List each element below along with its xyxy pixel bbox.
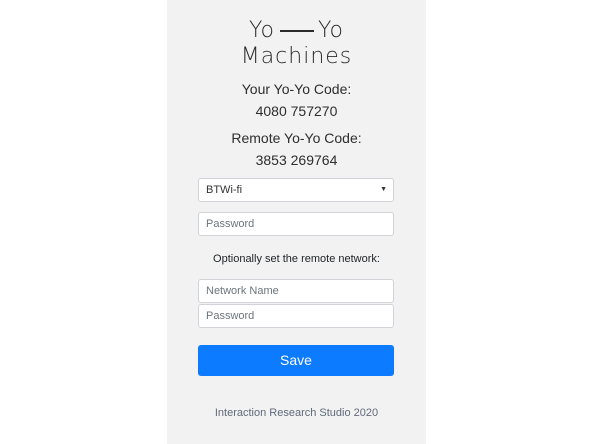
logo-word-yo-right: Yo xyxy=(318,18,344,43)
network-select-value: BTWi-fi xyxy=(206,184,243,196)
logo-top-line: Yo Yo xyxy=(167,18,426,44)
setup-panel: Yo Yo Machines Your Yo-Yo Code: 4080 757… xyxy=(167,0,426,444)
password-placeholder: Password xyxy=(206,218,255,230)
logo-dash xyxy=(280,30,314,32)
remote-password-input[interactable]: Password xyxy=(198,304,394,328)
your-code-label: Your Yo-Yo Code: xyxy=(241,81,352,97)
remote-password-placeholder: Password xyxy=(206,310,255,322)
footer-text: Interaction Research Studio 2020 xyxy=(214,407,379,419)
logo-word-machines: Machines xyxy=(240,44,353,69)
remote-network-name-input[interactable]: Network Name xyxy=(198,279,394,303)
remote-code-value: 3853 269764 xyxy=(255,152,338,168)
network-select[interactable]: BTWi-fi ▼ xyxy=(198,178,394,202)
caret-down-icon: ▼ xyxy=(380,186,387,193)
your-code-block: Your Yo-Yo Code: 4080 757270 xyxy=(167,78,426,122)
save-button[interactable]: Save xyxy=(198,345,394,376)
remote-network-name-placeholder: Network Name xyxy=(206,285,279,297)
logo: Yo Yo Machines xyxy=(167,18,426,70)
remote-code-block: Remote Yo-Yo Code: 3853 269764 xyxy=(167,127,426,171)
logo-word-yo-left: Yo xyxy=(249,18,275,43)
password-input[interactable]: Password xyxy=(198,212,394,236)
remote-code-label: Remote Yo-Yo Code: xyxy=(231,130,362,146)
your-code-value: 4080 757270 xyxy=(255,103,338,119)
remote-network-note: Optionally set the remote network: xyxy=(213,253,380,265)
